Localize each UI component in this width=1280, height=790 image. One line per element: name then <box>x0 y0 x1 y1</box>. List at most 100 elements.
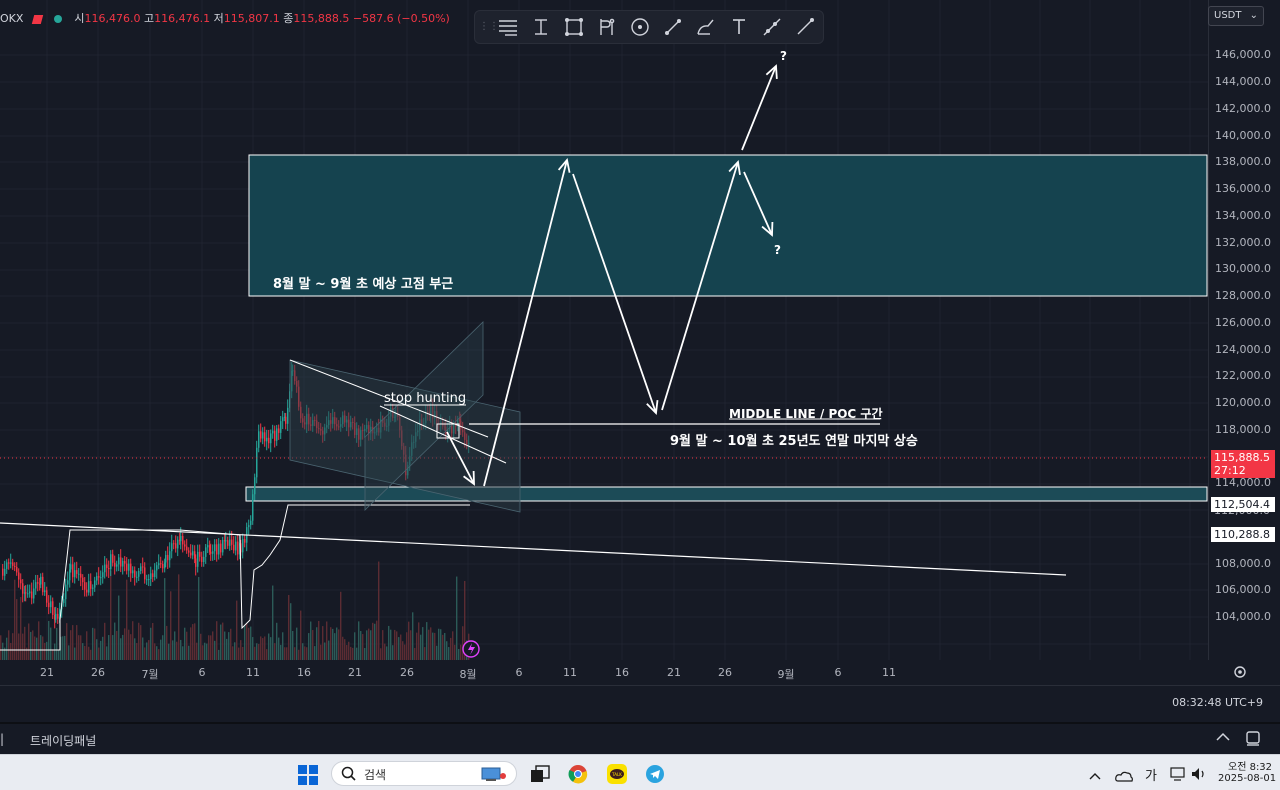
candle-body <box>46 590 48 603</box>
network-icon[interactable] <box>1170 766 1188 785</box>
volume-bar <box>156 646 158 660</box>
volume-bar <box>322 626 324 660</box>
volume-bar <box>254 646 256 660</box>
volume-bar <box>410 630 412 660</box>
candle-body <box>37 582 39 584</box>
candle-body <box>237 541 239 555</box>
volume-bar <box>2 642 4 660</box>
volume-bar <box>148 640 150 660</box>
tray-chevron-icon[interactable] <box>1088 767 1102 786</box>
horizontal-lines-icon[interactable] <box>491 12 524 42</box>
candle-body <box>160 563 162 565</box>
text-cursor-icon[interactable] <box>524 12 557 42</box>
close-label: 종 <box>283 12 294 25</box>
kakaotalk-icon[interactable]: TALK <box>606 763 628 789</box>
volume-bar <box>264 636 266 660</box>
line-icon[interactable] <box>788 12 821 42</box>
volume-bar <box>182 646 184 660</box>
volume-bar <box>308 633 310 660</box>
volume-bar <box>48 620 50 660</box>
utc-clock[interactable]: 08:32:48 UTC+9 <box>1172 696 1263 709</box>
rectangle-icon[interactable] <box>557 12 590 42</box>
chart-svg[interactable] <box>0 0 1208 660</box>
onedrive-icon[interactable] <box>1115 767 1133 786</box>
text-tool-icon[interactable] <box>722 12 755 42</box>
volume-icon[interactable] <box>1191 766 1209 785</box>
volume-bar <box>276 622 278 660</box>
volume-bar <box>258 643 260 660</box>
volume-bar <box>72 625 74 660</box>
candle-body <box>270 433 272 444</box>
volume-bar <box>376 620 378 660</box>
volume-bar <box>414 647 416 660</box>
candle-body <box>197 551 199 567</box>
task-view-icon[interactable] <box>530 765 550 787</box>
telegram-icon[interactable] <box>645 764 665 788</box>
volume-bar <box>426 622 428 660</box>
volume-bar <box>398 637 400 660</box>
panel-edge-text: | <box>0 732 5 746</box>
taskbar-date[interactable]: 2025-08-01 <box>1218 773 1276 784</box>
price-tick: 142,000.0 <box>1215 101 1271 115</box>
currency-selector[interactable]: USDT ⌄ <box>1208 6 1264 26</box>
support-price-label: 112,504.4 <box>1211 497 1275 512</box>
volume-bar <box>328 640 330 660</box>
candle-body <box>50 601 52 608</box>
price-tick: 122,000.0 <box>1215 369 1271 383</box>
candle-body <box>169 551 171 561</box>
flag-icon <box>32 14 44 24</box>
volume-bar <box>124 628 126 660</box>
trading-panel-tab[interactable]: 트레이딩패널 <box>30 732 96 749</box>
stop-hunting-label: stop hunting <box>384 391 467 406</box>
volume-bar <box>360 631 362 660</box>
volume-bar <box>382 630 384 660</box>
volume-bar <box>116 630 118 660</box>
candle-body <box>124 560 126 564</box>
volume-bar <box>306 647 308 660</box>
candle-body <box>100 577 102 579</box>
volume-bar <box>56 627 58 660</box>
price-tick: 104,000.0 <box>1215 610 1271 623</box>
chrome-icon[interactable] <box>568 764 588 788</box>
windows-start-icon[interactable] <box>298 765 318 789</box>
candle-body <box>212 551 214 554</box>
candle-body <box>199 551 201 557</box>
volume-bar <box>180 639 182 660</box>
time-axis[interactable]: 21 26 7월 6 11 16 21 26 8월 6 11 16 21 26 9월 6 11 <box>0 660 1208 685</box>
fib-icon[interactable] <box>590 12 623 42</box>
volume-bar <box>408 621 410 660</box>
volume-bar <box>316 627 318 660</box>
circle-icon[interactable] <box>623 12 656 42</box>
candle-body <box>287 407 289 424</box>
volume-bar <box>234 642 236 660</box>
drag-handle-icon[interactable]: ⋮⋮ <box>479 22 499 32</box>
close-value: 115,888.5 <box>293 12 350 25</box>
maximize-icon[interactable] <box>1244 729 1262 751</box>
brush-icon[interactable] <box>689 12 722 42</box>
candle-body <box>134 570 136 578</box>
candle-body <box>162 563 164 569</box>
volume-bar <box>294 647 296 660</box>
chart-canvas[interactable]: OKX 시116,476.0 고116,476.1 저115,807.1 종115… <box>0 0 1208 660</box>
volume-bar <box>384 643 386 660</box>
volume-bar <box>208 635 210 660</box>
price-tick: 144,000.0 <box>1215 75 1271 88</box>
price-axis[interactable]: 146,000.0 144,000.0 142,000.0 140,000.0 138,… <box>1208 0 1280 678</box>
price-tick: 114,000.0 <box>1215 476 1271 490</box>
volume-bar <box>430 627 432 660</box>
middle-line-label: MIDDLE LINE / POC 구간 <box>729 407 883 421</box>
price-tick: 106,000.0 <box>1215 583 1271 597</box>
taskbar-search[interactable]: 검색 <box>331 761 517 786</box>
settings-gear-icon[interactable] <box>1233 664 1247 683</box>
ime-indicator[interactable]: 가 <box>1145 765 1157 784</box>
volume-bar <box>190 627 192 660</box>
ray-icon[interactable] <box>755 12 788 42</box>
collapse-chevron-icon[interactable] <box>1214 728 1232 750</box>
volume-bar <box>428 629 430 660</box>
trendline-icon[interactable] <box>656 12 689 42</box>
candle-body <box>256 447 258 478</box>
volume-bar <box>170 591 172 660</box>
candle-body <box>235 541 237 551</box>
candle-body <box>218 543 220 555</box>
taskbar-time[interactable]: 오전 8:32 <box>1228 758 1272 773</box>
